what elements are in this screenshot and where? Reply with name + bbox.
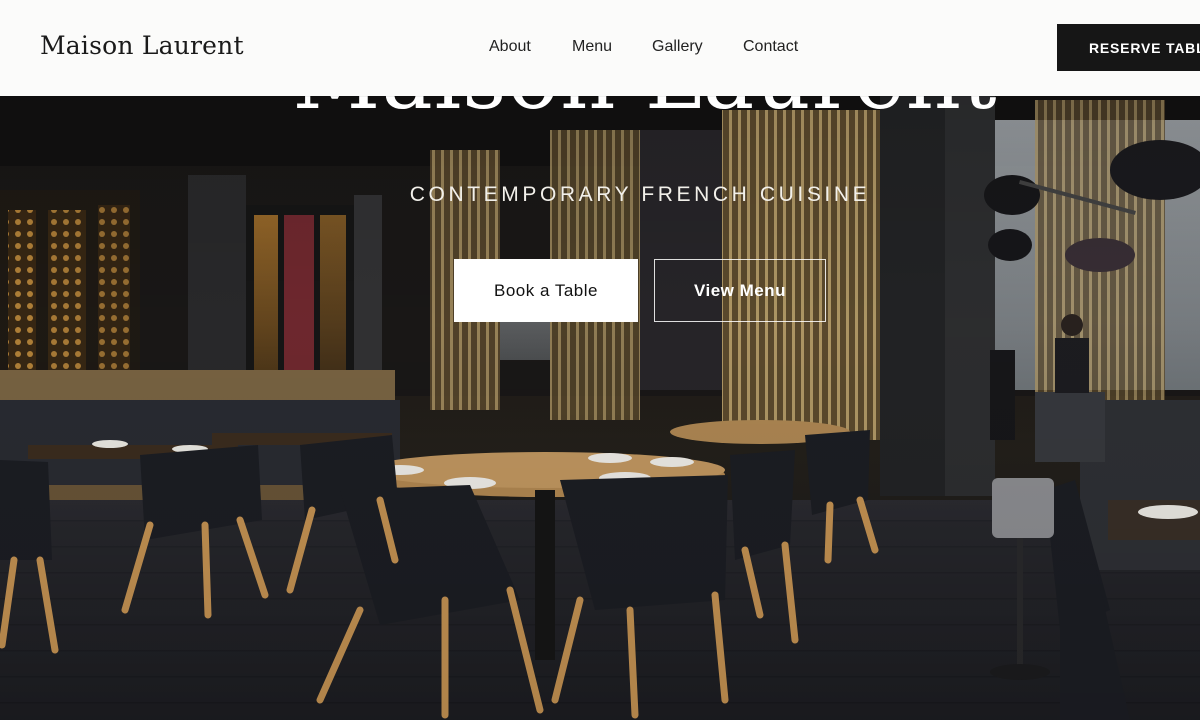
nav-link-contact[interactable]: Contact [743, 38, 798, 56]
view-menu-button[interactable]: View Menu [654, 259, 826, 322]
main-nav: About Menu Gallery Contact [0, 0, 1200, 96]
reserve-table-button[interactable]: RESERVE TABLE [1057, 24, 1200, 71]
hero-tagline: CONTEMPORARY FRENCH CUISINE [409, 183, 871, 206]
nav-link-gallery[interactable]: Gallery [652, 38, 703, 56]
book-a-table-button[interactable]: Book a Table [454, 259, 638, 322]
nav-link-menu[interactable]: Menu [572, 38, 612, 56]
hero-section: Maison Laurent CONTEMPORARY FRENCH CUISI… [0, 0, 1200, 720]
nav-link-about[interactable]: About [489, 38, 531, 56]
site-header: Maison Laurent About Menu Gallery Contac… [0, 0, 1200, 96]
